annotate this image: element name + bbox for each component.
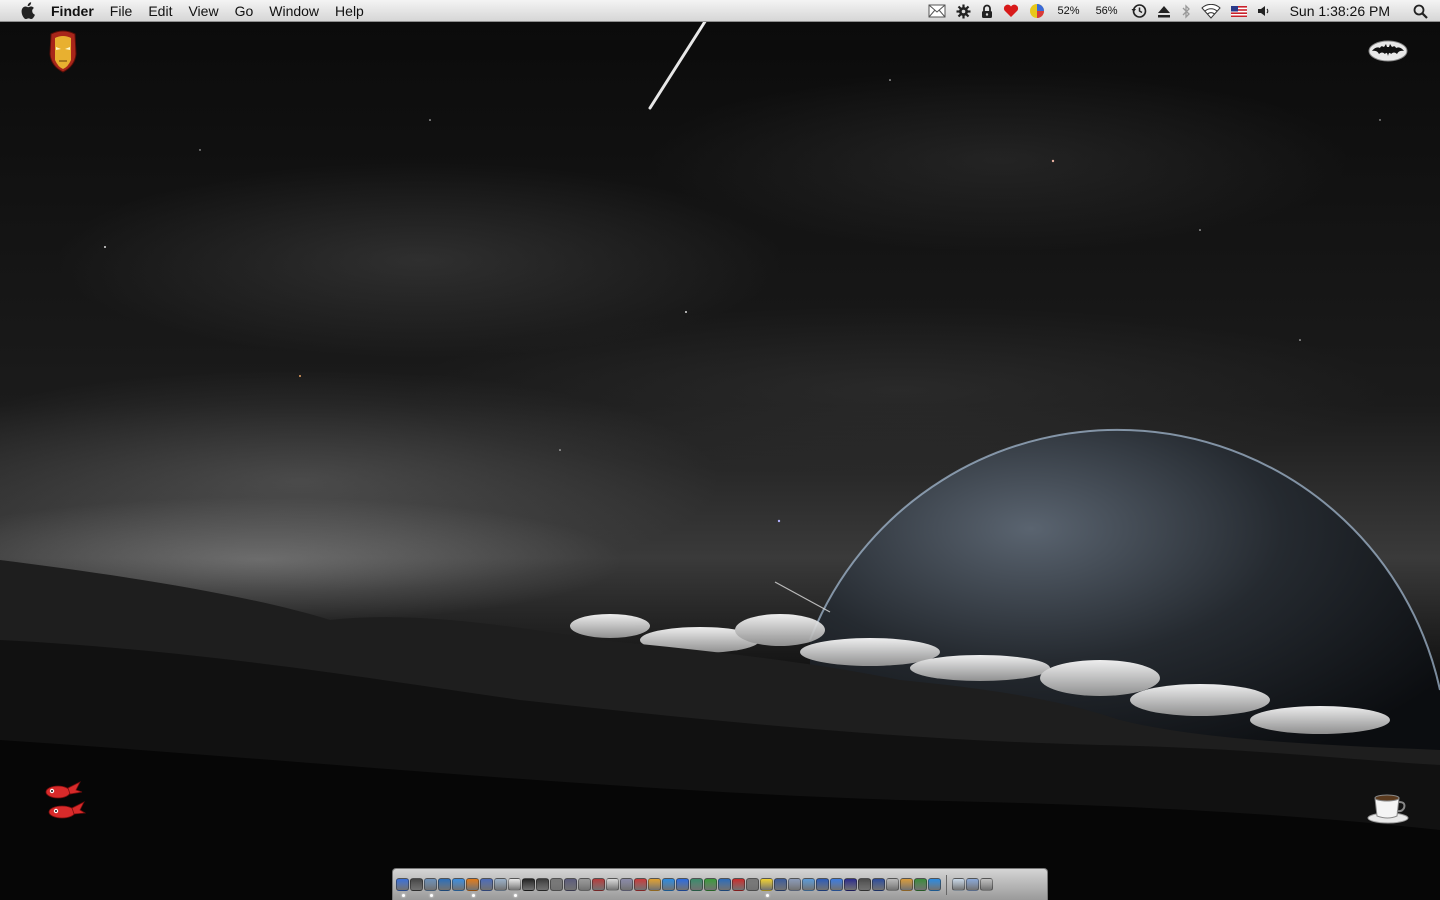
time-machine-icon[interactable] [1131, 0, 1147, 22]
feather-icon[interactable] [648, 878, 661, 891]
pen-icon[interactable] [620, 878, 633, 891]
running-indicator [766, 894, 769, 897]
skype-icon[interactable] [928, 878, 941, 891]
calendar-icon[interactable] [634, 878, 647, 891]
firefox-icon[interactable] [466, 878, 479, 897]
coffee-cup-icon[interactable] [1366, 790, 1410, 829]
textedit-icon[interactable] [508, 878, 521, 897]
trash-icon[interactable] [980, 878, 993, 891]
quicktime-icon[interactable] [662, 878, 675, 891]
menu-clock[interactable]: Sun 1:38:26 PM [1290, 0, 1390, 22]
mail-icon[interactable] [928, 0, 946, 22]
acrobat-icon[interactable] [732, 878, 745, 891]
x11-icon[interactable] [564, 878, 577, 891]
menu-view[interactable]: View [180, 0, 226, 22]
folder-stack-icon[interactable] [966, 878, 979, 891]
disk-utility-icon[interactable] [872, 878, 885, 891]
spaces-icon[interactable] [844, 878, 857, 891]
system-preferences-icon[interactable] [550, 878, 563, 891]
running-indicator [430, 894, 433, 897]
dropbox-icon[interactable] [676, 878, 689, 891]
vlc-icon[interactable] [718, 878, 731, 891]
photo-booth-icon[interactable] [592, 878, 605, 891]
xcode-icon[interactable] [858, 878, 871, 891]
preview-icon[interactable] [494, 878, 507, 891]
safari-icon[interactable] [438, 878, 451, 891]
running-indicator [472, 894, 475, 897]
menu-extras: 52% 56% Sun 1:38:26 PM [923, 0, 1440, 22]
menu-window[interactable]: Window [261, 0, 327, 22]
terminal-icon[interactable] [522, 878, 535, 891]
activity-monitor-icon[interactable] [536, 878, 549, 891]
dock [392, 868, 1048, 900]
photoshop-icon[interactable] [774, 878, 787, 891]
menu-bar-left: Finder File Edit View Go Window Help [0, 0, 372, 22]
batman-icon[interactable] [1368, 40, 1408, 67]
cpu-percent[interactable]: 52% [1058, 0, 1080, 22]
itunes-icon[interactable] [480, 878, 493, 891]
globe-icon[interactable] [816, 878, 829, 891]
growl-icon[interactable] [900, 878, 913, 891]
notes-icon[interactable] [760, 878, 773, 897]
ichat-icon[interactable] [452, 878, 465, 891]
apple-menu-icon[interactable] [17, 0, 37, 22]
bluetooth-icon[interactable] [1181, 0, 1191, 22]
memory-percent[interactable]: 56% [1096, 0, 1118, 22]
color-wheel-icon[interactable] [1029, 0, 1045, 22]
document-stack-icon[interactable] [952, 878, 965, 891]
utilities-icon[interactable] [578, 878, 591, 891]
menu-bar: Finder File Edit View Go Window Help 52%… [0, 0, 1440, 22]
volume-icon[interactable] [1257, 0, 1271, 22]
app-store-icon[interactable] [886, 878, 899, 891]
monitor-icon[interactable] [788, 878, 801, 891]
desktop-wallpaper [0, 0, 1440, 900]
spotlight-icon[interactable] [1413, 0, 1428, 22]
menu-go[interactable]: Go [227, 0, 262, 22]
dock-separator [946, 874, 947, 895]
wifi-icon[interactable] [1200, 0, 1221, 22]
menu-edit[interactable]: Edit [140, 0, 180, 22]
dashboard-icon[interactable] [410, 878, 423, 891]
eject-icon[interactable] [1157, 0, 1171, 22]
network-icon[interactable] [830, 878, 843, 891]
crab-icon[interactable] [40, 780, 87, 831]
key-icon[interactable] [746, 878, 759, 891]
chrome-icon[interactable] [914, 878, 927, 891]
lock-icon[interactable] [981, 0, 993, 22]
mail-app-icon[interactable] [424, 878, 437, 897]
heart-icon[interactable] [1003, 0, 1019, 22]
running-indicator [514, 894, 517, 897]
script-editor-icon[interactable] [606, 878, 619, 891]
iron-man-icon[interactable] [48, 30, 78, 79]
running-indicator [402, 894, 405, 897]
ftp-icon[interactable] [704, 878, 717, 891]
menu-file[interactable]: File [102, 0, 141, 22]
camino-icon[interactable] [690, 878, 703, 891]
us-flag-icon[interactable] [1230, 0, 1247, 22]
finder-icon[interactable] [396, 878, 409, 897]
menu-help[interactable]: Help [327, 0, 372, 22]
gear-icon[interactable] [956, 0, 971, 22]
photos-icon[interactable] [802, 878, 815, 891]
menu-app-finder[interactable]: Finder [51, 0, 102, 22]
